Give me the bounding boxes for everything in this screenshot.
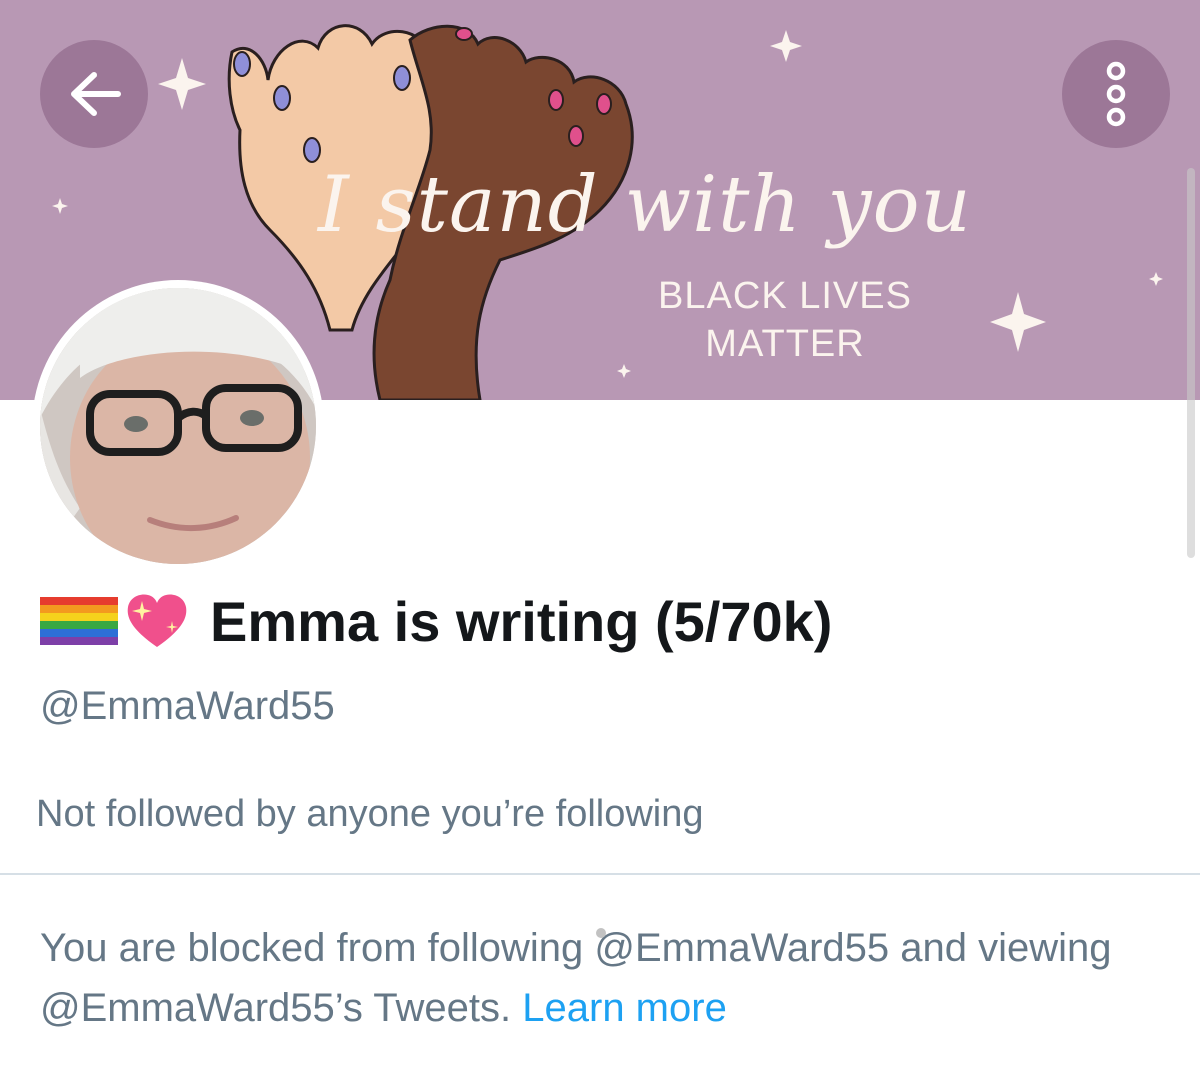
profile-avatar[interactable] xyxy=(32,280,324,572)
display-name-row: Emma is writing (5/70k) xyxy=(40,585,832,657)
sparkling-heart-emoji xyxy=(127,594,187,647)
avatar-photo xyxy=(40,288,316,564)
divider xyxy=(0,873,1200,875)
social-context: Not followed by anyone you’re following xyxy=(36,793,704,835)
user-handle: @EmmaWard55 xyxy=(40,684,335,728)
vertical-dots-icon xyxy=(1106,61,1126,127)
banner-script-text: I stand with you xyxy=(318,160,972,250)
back-button[interactable] xyxy=(40,40,148,148)
rainbow-flag-emoji xyxy=(40,597,118,645)
arrow-left-icon xyxy=(71,72,121,116)
more-options-button[interactable] xyxy=(1062,40,1170,148)
banner-subtitle: BLACK LIVES MATTER xyxy=(600,272,970,368)
scrollbar[interactable] xyxy=(1187,168,1195,558)
learn-more-link[interactable]: Learn more xyxy=(522,986,727,1030)
banner-subtitle-line2: MATTER xyxy=(705,323,865,365)
scroll-indicator-dot xyxy=(596,928,606,938)
avatar-illustration xyxy=(40,288,316,564)
display-name: Emma is writing (5/70k) xyxy=(210,589,833,653)
banner-subtitle-line1: BLACK LIVES xyxy=(658,275,912,317)
